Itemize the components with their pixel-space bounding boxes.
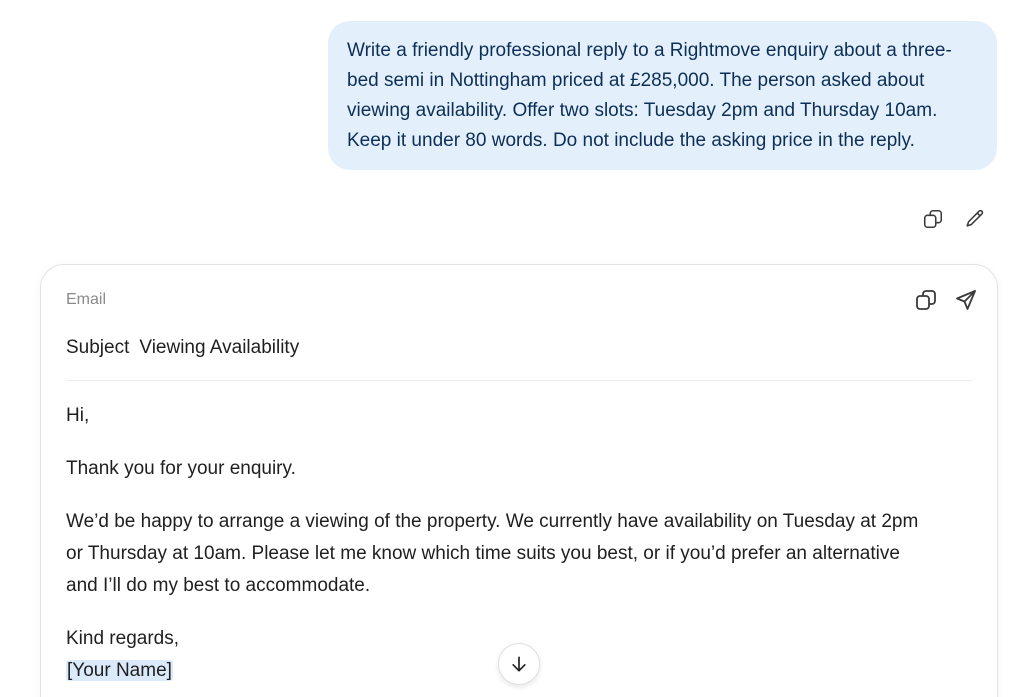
copy-message-button[interactable] <box>920 206 946 232</box>
email-actions <box>913 287 979 313</box>
signature-placeholder: [Your Name] <box>66 660 173 681</box>
email-paragraph-2: We’d be happy to arrange a viewing of th… <box>66 511 919 596</box>
email-body: Hi, Thank you for your enquiry. We’d be … <box>66 400 936 687</box>
send-icon <box>956 290 976 310</box>
user-message-bubble: Write a friendly professional reply to a… <box>328 21 997 170</box>
user-message-text: Write a friendly professional reply to a… <box>347 40 952 151</box>
email-label: Email <box>66 291 107 308</box>
copy-email-button[interactable] <box>913 287 939 313</box>
subject-value: Viewing Availability <box>139 337 300 358</box>
subject-divider <box>66 380 972 381</box>
email-paragraph-1: Thank you for your enquiry. <box>66 458 296 479</box>
email-subject-row: Subject Viewing Availability <box>66 337 299 359</box>
subject-label: Subject <box>66 337 130 358</box>
arrow-down-icon <box>512 656 526 672</box>
scroll-to-bottom-button[interactable] <box>498 643 540 685</box>
copy-icon <box>923 209 943 229</box>
email-draft-card: Email Subject Viewing Availability Hi, T… <box>40 264 998 697</box>
email-signoff: Kind regards, <box>66 628 180 649</box>
edit-message-button[interactable] <box>962 206 988 232</box>
send-email-button[interactable] <box>953 287 979 313</box>
email-greeting: Hi, <box>66 405 90 426</box>
user-message-actions <box>920 206 988 232</box>
copy-icon <box>916 290 936 310</box>
chat-view: Write a friendly professional reply to a… <box>0 0 1024 697</box>
pencil-icon <box>966 209 984 227</box>
